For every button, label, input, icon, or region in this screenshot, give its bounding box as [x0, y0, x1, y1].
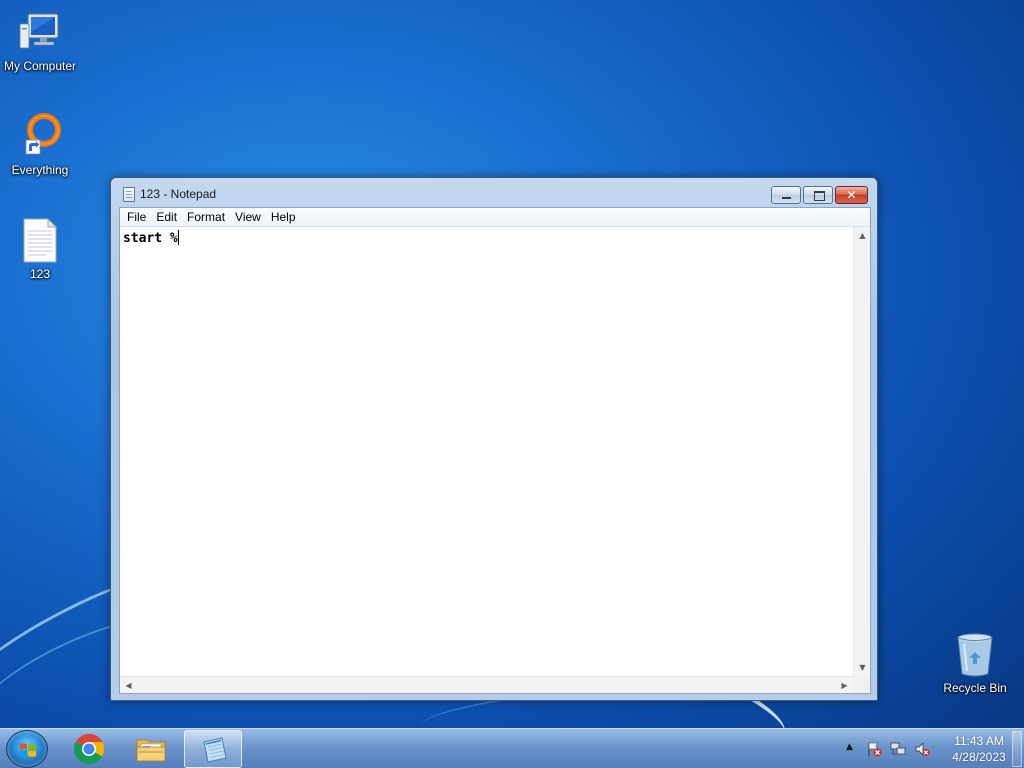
scroll-up-arrow-icon[interactable]: ▲	[854, 227, 871, 244]
taskbar-explorer-button[interactable]	[122, 730, 180, 768]
desktop-icon-label: Recycle Bin	[943, 681, 1007, 695]
taskbar-chrome-button[interactable]	[60, 730, 118, 768]
menu-bar: File Edit Format View Help	[120, 208, 870, 227]
window-title: 123 - Notepad	[140, 187, 217, 201]
chrome-icon	[73, 733, 105, 765]
notepad-icon	[203, 737, 227, 763]
computer-icon	[16, 8, 64, 56]
show-desktop-button[interactable]	[1012, 731, 1022, 767]
taskbar-notepad-button[interactable]	[184, 730, 242, 768]
scroll-left-arrow-icon[interactable]: ◀	[120, 677, 137, 694]
notepad-window[interactable]: 123 - Notepad File Edit Format View Help…	[110, 177, 878, 701]
desktop-icon-recycle-bin[interactable]: Recycle Bin	[935, 630, 1015, 695]
taskbar: ▲ 11:43 AM 4/28/2023	[0, 728, 1024, 768]
text-editor[interactable]: start % ▲ ▼ ◀ ▶	[120, 227, 870, 693]
horizontal-scrollbar[interactable]: ◀ ▶	[120, 676, 853, 693]
network-icon[interactable]	[890, 741, 906, 757]
close-button[interactable]	[835, 186, 868, 204]
scroll-down-arrow-icon[interactable]: ▼	[854, 659, 871, 676]
action-center-flag-icon[interactable]	[866, 741, 882, 757]
desktop-icon-label: 123	[29, 267, 51, 281]
text-caret	[177, 230, 179, 245]
folder-icon	[136, 739, 166, 762]
menu-help[interactable]: Help	[266, 208, 301, 227]
vertical-scrollbar[interactable]: ▲ ▼	[853, 227, 870, 676]
start-button[interactable]	[6, 730, 48, 768]
system-tray: ▲ 11:43 AM 4/28/2023	[834, 729, 1024, 768]
text-content-area[interactable]: start %	[123, 230, 852, 675]
maximize-button[interactable]	[803, 186, 833, 204]
desktop-icon-my-computer[interactable]: My Computer	[0, 8, 80, 73]
show-hidden-icons-arrow[interactable]: ▲	[846, 742, 853, 752]
menu-format[interactable]: Format	[182, 208, 230, 227]
everything-search-icon	[16, 112, 64, 160]
desktop-icon-everything[interactable]: Everything	[0, 112, 80, 177]
desktop-icon-123[interactable]: 123	[0, 216, 80, 281]
resize-grip[interactable]	[853, 676, 870, 693]
recycle-bin-icon	[951, 630, 999, 678]
volume-muted-icon[interactable]	[914, 741, 930, 757]
taskbar-clock[interactable]: 11:43 AM 4/28/2023	[944, 733, 1014, 765]
window-client-area: File Edit Format View Help start % ▲ ▼ ◀…	[119, 207, 871, 694]
clock-date: 4/28/2023	[952, 750, 1006, 764]
notepad-icon	[123, 187, 135, 202]
clock-time: 11:43 AM	[954, 734, 1004, 748]
document-text: start %	[123, 231, 178, 246]
windows-start-icon	[20, 743, 36, 757]
menu-file[interactable]: File	[122, 208, 151, 227]
text-file-icon	[16, 216, 64, 264]
title-bar[interactable]: 123 - Notepad	[111, 178, 877, 208]
desktop-icon-label: My Computer	[3, 59, 77, 73]
minimize-button[interactable]	[771, 186, 801, 204]
desktop-icon-label: Everything	[11, 163, 69, 177]
scroll-right-arrow-icon[interactable]: ▶	[836, 677, 853, 694]
menu-view[interactable]: View	[230, 208, 266, 227]
menu-edit[interactable]: Edit	[151, 208, 182, 227]
